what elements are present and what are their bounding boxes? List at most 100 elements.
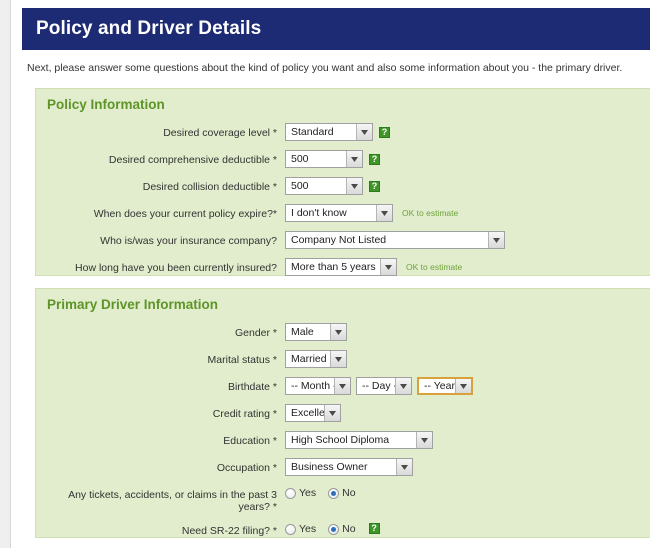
field-need-sr-22-filing: Yes No? xyxy=(285,521,380,535)
chevron-down-icon[interactable] xyxy=(396,459,412,475)
select-who-is-was-your-insurance-company[interactable]: Company Not Listed xyxy=(285,231,505,249)
radio-option-label: No xyxy=(342,487,356,499)
select-how-long-have-you-been-currently-insured[interactable]: More than 5 years xyxy=(285,258,397,276)
label-how-long-have-you-been-currently-insured: How long have you been currently insured… xyxy=(75,262,277,274)
label-who-is-was-your-insurance-company: Who is/was your insurance company? xyxy=(100,235,277,247)
radio-button-icon[interactable] xyxy=(285,488,296,499)
policy-information-legend: Policy Information xyxy=(47,97,165,112)
chevron-down-icon[interactable] xyxy=(330,324,346,340)
page-header-bar: Policy and Driver Details xyxy=(22,8,650,50)
select-birth-year-value: -- Year -- xyxy=(424,380,455,392)
form-row-when-does-your-current-policy-expire: When does your current policy expire?* I … xyxy=(36,204,650,223)
select-occupation[interactable]: Business Owner xyxy=(285,458,413,476)
chevron-down-icon[interactable] xyxy=(380,259,396,275)
chevron-down-icon[interactable] xyxy=(395,378,411,394)
form-row-desired-collision-deductible: Desired collision deductible * 500? xyxy=(36,177,650,196)
field-when-does-your-current-policy-expire: I don't know OK to estimate xyxy=(285,204,458,222)
policy-information-rows: Desired coverage level * Standard? Desired… xyxy=(36,123,650,285)
field-who-is-was-your-insurance-company: Company Not Listed xyxy=(285,231,510,249)
select-gender-value: Male xyxy=(291,326,314,338)
radio-button-icon[interactable] xyxy=(328,524,340,535)
label-credit-rating: Credit rating * xyxy=(212,408,277,420)
label-desired-comprehensive-deductible: Desired comprehensive deductible * xyxy=(108,154,277,166)
select-desired-comprehensive-deductible-value: 500 xyxy=(291,153,309,165)
help-icon-desired-collision-deductible[interactable]: ? xyxy=(369,180,380,192)
form-row-need-sr-22-filing: Need SR-22 filing? * Yes No? xyxy=(36,521,650,540)
primary-driver-information-panel: Primary Driver Information Gender * Male M… xyxy=(35,288,650,538)
radio-option-label: No xyxy=(342,523,356,535)
field-desired-coverage-level: Standard? xyxy=(285,123,390,141)
field-any-tickets-accidents-or-claims-in-the-past-: Yes No xyxy=(285,485,368,499)
select-how-long-have-you-been-currently-insured-value: More than 5 years xyxy=(291,261,376,273)
note-how-long-have-you-been-currently-insured: OK to estimate xyxy=(406,262,463,272)
select-desired-coverage-level-value: Standard xyxy=(291,126,334,138)
select-birth-month[interactable]: -- Month -- xyxy=(285,377,351,395)
select-desired-coverage-level[interactable]: Standard xyxy=(285,123,373,141)
chevron-down-icon[interactable] xyxy=(346,178,362,194)
field-birthdate: -- Month -- -- Day -- -- Year -- xyxy=(285,377,478,395)
chevron-down-icon[interactable] xyxy=(376,205,392,221)
page-background: Policy and Driver Details Next, please a… xyxy=(0,0,650,548)
label-when-does-your-current-policy-expire: When does your current policy expire?* xyxy=(93,208,277,220)
label-any-tickets-accidents-or-claims-in-the-past-: Any tickets, accidents, or claims in the… xyxy=(68,489,277,513)
radio-option-need-sr-22-filing-yes[interactable]: Yes xyxy=(285,524,316,535)
radio-group-any-tickets-accidents-or-claims-in-the-past-: Yes No xyxy=(285,485,368,499)
field-credit-rating: Excellent xyxy=(285,404,346,422)
select-who-is-was-your-insurance-company-value: Company Not Listed xyxy=(291,234,387,246)
select-desired-collision-deductible[interactable]: 500 xyxy=(285,177,363,195)
radio-button-icon[interactable] xyxy=(285,524,296,535)
chevron-down-icon[interactable] xyxy=(330,351,346,367)
help-icon-need-sr-22-filing[interactable]: ? xyxy=(368,522,380,534)
chevron-down-icon[interactable] xyxy=(488,232,504,248)
radio-option-need-sr-22-filing-no[interactable]: No xyxy=(328,523,356,535)
label-occupation: Occupation * xyxy=(216,462,277,474)
form-row-marital-status: Marital status * Married xyxy=(36,350,650,369)
field-marital-status: Married xyxy=(285,350,352,368)
select-credit-rating-value: Excellent xyxy=(291,407,324,419)
chevron-down-icon[interactable] xyxy=(455,379,471,393)
form-row-desired-comprehensive-deductible: Desired comprehensive deductible * 500? xyxy=(36,150,650,169)
label-gender: Gender * xyxy=(234,327,277,339)
help-icon-desired-comprehensive-deductible[interactable]: ? xyxy=(369,153,380,165)
page-title: Policy and Driver Details xyxy=(36,18,262,39)
chevron-down-icon[interactable] xyxy=(324,405,340,421)
select-credit-rating[interactable]: Excellent xyxy=(285,404,341,422)
form-row-desired-coverage-level: Desired coverage level * Standard? xyxy=(36,123,650,142)
select-birth-month-value: -- Month -- xyxy=(291,380,334,392)
radio-option-label: Yes xyxy=(299,487,317,499)
radio-button-icon[interactable] xyxy=(328,488,340,499)
chevron-down-icon[interactable] xyxy=(416,432,432,448)
select-gender[interactable]: Male xyxy=(285,323,347,341)
form-row-who-is-was-your-insurance-company: Who is/was your insurance company? Compan… xyxy=(36,231,650,250)
select-desired-collision-deductible-value: 500 xyxy=(291,180,309,192)
primary-driver-information-legend: Primary Driver Information xyxy=(47,297,219,312)
radio-option-any-tickets-accidents-or-claims-in-the-past--no[interactable]: No xyxy=(328,487,356,499)
select-occupation-value: Business Owner xyxy=(291,461,368,473)
chevron-down-icon[interactable] xyxy=(356,124,372,140)
form-row-occupation: Occupation * Business Owner xyxy=(36,458,650,477)
help-icon-desired-coverage-level[interactable]: ? xyxy=(379,126,390,138)
select-desired-comprehensive-deductible[interactable]: 500 xyxy=(285,150,363,168)
field-desired-comprehensive-deductible: 500? xyxy=(285,150,380,168)
select-education[interactable]: High School Diploma xyxy=(285,431,433,449)
page-content-area: Policy and Driver Details Next, please a… xyxy=(10,0,650,548)
form-row-any-tickets-accidents-or-claims-in-the-past-: Any tickets, accidents, or claims in the… xyxy=(36,485,650,514)
select-when-does-your-current-policy-expire[interactable]: I don't know xyxy=(285,204,393,222)
form-row-how-long-have-you-been-currently-insured: How long have you been currently insured… xyxy=(36,258,650,277)
label-birthdate: Birthdate * xyxy=(227,381,277,393)
select-birth-year[interactable]: -- Year -- xyxy=(417,377,473,395)
note-when-does-your-current-policy-expire: OK to estimate xyxy=(402,208,459,218)
chevron-down-icon[interactable] xyxy=(334,378,350,394)
label-desired-coverage-level: Desired coverage level * xyxy=(163,127,277,139)
field-gender: Male xyxy=(285,323,352,341)
label-marital-status: Marital status * xyxy=(207,354,277,366)
label-desired-collision-deductible: Desired collision deductible * xyxy=(142,181,277,193)
form-row-credit-rating: Credit rating * Excellent xyxy=(36,404,650,423)
form-row-birthdate: Birthdate * -- Month -- -- Day -- -- Year -… xyxy=(36,377,650,396)
radio-option-any-tickets-accidents-or-claims-in-the-past--yes[interactable]: Yes xyxy=(285,488,316,499)
select-marital-status[interactable]: Married xyxy=(285,350,347,368)
radio-group-need-sr-22-filing: Yes No xyxy=(285,521,368,535)
field-education: High School Diploma xyxy=(285,431,438,449)
select-birth-day[interactable]: -- Day -- xyxy=(356,377,412,395)
chevron-down-icon[interactable] xyxy=(346,151,362,167)
